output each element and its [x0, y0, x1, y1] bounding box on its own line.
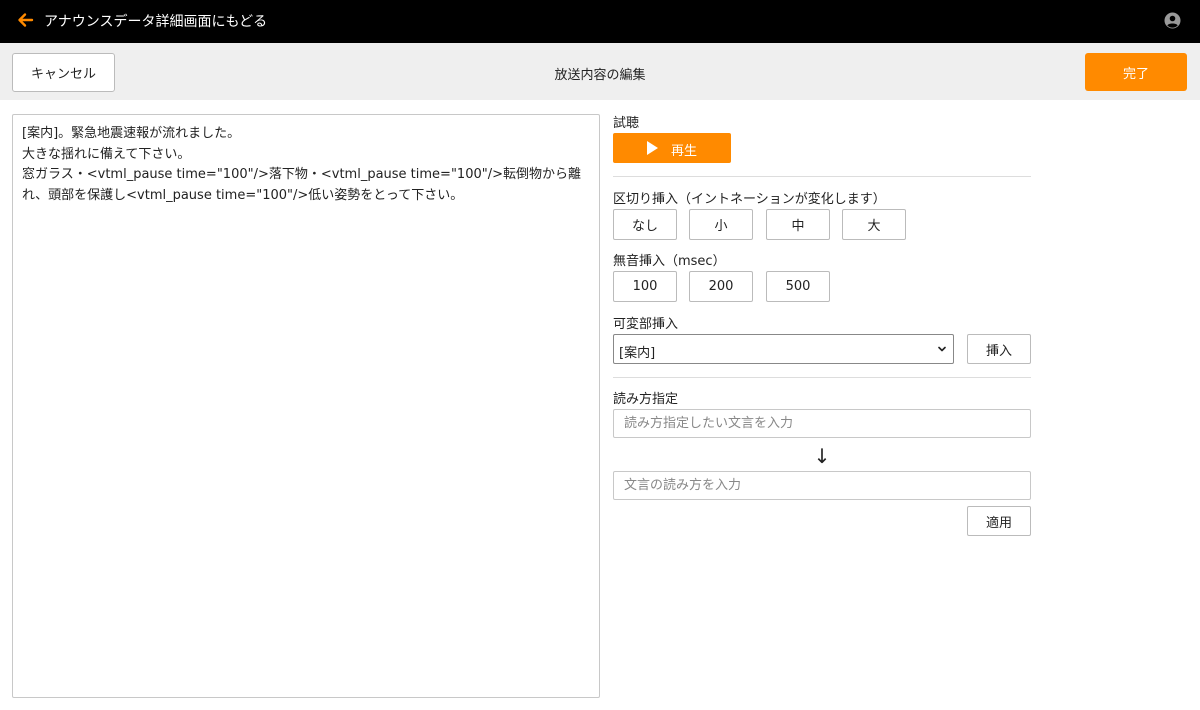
preview-label: 試聴: [613, 116, 640, 131]
back-link[interactable]: アナウンスデータ詳細画面にもどる: [44, 11, 267, 31]
silence-insert-label: 無音挿入（msec）: [613, 254, 726, 269]
done-button[interactable]: 完了: [1085, 53, 1187, 91]
play-icon: [647, 141, 658, 155]
break-none-button[interactable]: なし: [613, 209, 677, 240]
variable-insert-label: 可変部挿入: [613, 317, 679, 332]
top-bar: アナウンスデータ詳細画面にもどる: [0, 0, 1200, 43]
back-arrow-icon[interactable]: [16, 11, 34, 29]
user-account-icon[interactable]: [1164, 12, 1181, 29]
silence-500-button[interactable]: 500: [766, 271, 830, 302]
apply-button[interactable]: 適用: [967, 506, 1031, 536]
break-insert-label: 区切り挿入（イントネーションが変化します）: [613, 192, 886, 207]
reading-source-input[interactable]: [613, 409, 1031, 438]
reading-target-input[interactable]: [613, 471, 1031, 500]
action-bar: キャンセル 放送内容の編集 完了: [0, 43, 1200, 100]
down-arrow-icon: ↓: [813, 444, 831, 468]
broadcast-content-editor[interactable]: [案内]。緊急地震速報が流れました。 大きな揺れに備えて下さい。 窓ガラス・<v…: [12, 114, 600, 698]
break-small-button[interactable]: 小: [689, 209, 753, 240]
cancel-button[interactable]: キャンセル: [12, 53, 115, 92]
chevron-down-icon: [938, 346, 946, 352]
divider: [613, 377, 1031, 378]
variable-select[interactable]: [案内]: [613, 334, 954, 364]
play-button-label: 再生: [671, 144, 698, 159]
page-title: 放送内容の編集: [554, 68, 646, 83]
insert-button[interactable]: 挿入: [967, 334, 1031, 364]
break-medium-button[interactable]: 中: [766, 209, 830, 240]
reading-spec-label: 読み方指定: [613, 392, 679, 407]
break-large-button[interactable]: 大: [842, 209, 906, 240]
play-button[interactable]: 再生: [613, 133, 731, 163]
silence-200-button[interactable]: 200: [689, 271, 753, 302]
silence-100-button[interactable]: 100: [613, 271, 677, 302]
variable-select-value: [案内]: [619, 346, 656, 361]
divider: [613, 176, 1031, 177]
